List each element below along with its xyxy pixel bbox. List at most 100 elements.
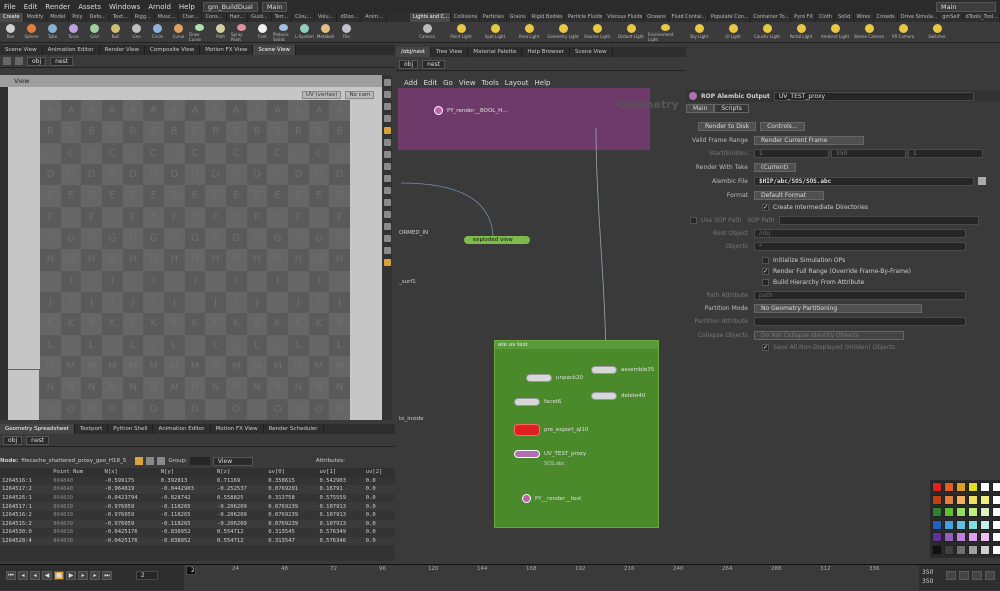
color-swatch[interactable]: [932, 532, 942, 542]
shelf-tool-point-light[interactable]: Point Light: [444, 22, 478, 42]
shelf-tab-right-14[interactable]: Wires: [854, 13, 874, 22]
color-swatch[interactable]: [968, 482, 978, 492]
shelf-tool-null[interactable]: Null: [105, 22, 126, 42]
render-with-take-dropdown[interactable]: (Current): [754, 162, 796, 172]
use-sop-path-checkbox[interactable]: [690, 216, 697, 224]
color-swatch[interactable]: [944, 519, 954, 530]
objects-field[interactable]: *: [754, 241, 966, 251]
file-browse-icon[interactable]: [978, 177, 986, 185]
shelf-tab-left-12[interactable]: Terr...: [272, 13, 293, 22]
shelf-tab-right-4[interactable]: Rigid Bodies: [529, 13, 565, 22]
node-to-inside[interactable]: to_inside: [399, 416, 424, 422]
color-swatch[interactable]: [932, 544, 942, 555]
tab-scripts[interactable]: Scripts: [714, 104, 749, 113]
normals-icon[interactable]: [383, 163, 391, 170]
context-dropdown[interactable]: Main: [261, 1, 288, 12]
shelf-tab-right-11[interactable]: Pyro FX: [791, 13, 816, 22]
shelf-tab-right-9[interactable]: Populate Con...: [708, 13, 751, 22]
menu-render[interactable]: Render: [41, 3, 74, 11]
color-swatch[interactable]: [992, 544, 1000, 555]
spreadsheet-tab-3[interactable]: Animation Editor: [153, 424, 211, 434]
menu-file[interactable]: File: [0, 3, 20, 11]
shelf-tool-font[interactable]: Font: [252, 22, 273, 42]
color-swatch[interactable]: [944, 532, 954, 542]
color-swatch[interactable]: [968, 494, 978, 505]
network-menu-go[interactable]: Go: [443, 79, 453, 87]
shelf-tool-volume-light[interactable]: Volume Light: [580, 22, 614, 42]
color-swatch[interactable]: [980, 519, 990, 530]
shelf-tool-geometry-light[interactable]: Geometry Light: [546, 22, 580, 42]
end-field[interactable]: 350: [831, 148, 906, 158]
net-path-nest[interactable]: nest: [422, 59, 446, 69]
shelf-tab-right-15[interactable]: Crowds: [874, 13, 898, 22]
key-icon[interactable]: [959, 571, 969, 580]
table-row[interactable]: 1264530:0 804838 -0.0425176 -0.838952 0.5547…: [0, 528, 395, 537]
table-row[interactable]: 1264517:2 804840 -0.964819 -0.0442903 -0.252…: [0, 485, 395, 494]
left-tab-5[interactable]: Scene View: [253, 45, 296, 55]
shelf-tab-right-2[interactable]: Particles: [480, 13, 507, 22]
network-tab-2[interactable]: Material Palette: [468, 47, 523, 57]
shelf-tab-right-12[interactable]: Cloth: [816, 13, 836, 22]
camera-icon[interactable]: [383, 199, 391, 206]
color-swatch[interactable]: [956, 519, 966, 530]
step-forward-icon[interactable]: ▸: [78, 571, 88, 580]
controls-button[interactable]: Controls...: [760, 121, 805, 131]
forward-icon[interactable]: [15, 57, 23, 65]
partition-mode-dropdown[interactable]: No Geometry Partitioning: [754, 303, 922, 313]
snap-icon[interactable]: [383, 187, 391, 194]
shelf-tab-right-1[interactable]: Collisions: [451, 13, 480, 22]
table-row[interactable]: 1264528:4 804838 -0.0425176 -0.838952 0.5547…: [0, 536, 395, 546]
network-editor[interactable]: Geometry PY_render__BOOL_H... exploded v…: [396, 88, 686, 560]
vertices-mode-icon[interactable]: [146, 457, 155, 465]
group-field[interactable]: [189, 457, 210, 465]
shelf-tool-portal-light[interactable]: Portal Light: [784, 22, 818, 42]
uv-viewport[interactable]: UV (vertex) No cam AAAAAAAAAAAAAAABBBBBB…: [0, 87, 382, 420]
network-menu-edit[interactable]: Edit: [424, 79, 438, 87]
menu-windows[interactable]: Windows: [105, 3, 144, 11]
shelf-tool-file[interactable]: File: [336, 22, 357, 42]
collapse-objects-dropdown[interactable]: Do Not Collapse Identity Objects: [754, 330, 904, 340]
table-row[interactable]: 1264515:2 804839 -0.976059 -0.118265 -0.2062…: [0, 519, 395, 529]
format-dropdown[interactable]: Default Format: [754, 190, 824, 200]
color-swatch[interactable]: [944, 494, 954, 505]
shelf-tool-line[interactable]: Line: [126, 22, 147, 42]
column-header[interactable]: uv[1]: [317, 468, 364, 477]
node-name-field[interactable]: UV_TEST_proxy: [773, 91, 974, 101]
node-render-bool[interactable]: PY_render__BOOL_H...: [434, 106, 507, 115]
color-swatch[interactable]: [980, 507, 990, 517]
root-object-field[interactable]: /obj: [754, 228, 966, 238]
stop-icon[interactable]: ■: [54, 571, 64, 580]
lights-icon[interactable]: [383, 91, 391, 98]
highlight-icon[interactable]: [383, 127, 391, 134]
menu-assets[interactable]: Assets: [74, 3, 105, 11]
table-row[interactable]: 1264516:2 804839 -0.976059 -0.118265 -0.2062…: [0, 510, 395, 520]
wire-icon[interactable]: [383, 103, 391, 110]
color-swatch[interactable]: [944, 544, 954, 555]
shelf-tool-metaball[interactable]: Metaball: [315, 22, 336, 42]
render-to-disk-button[interactable]: Render to Disk: [698, 121, 757, 131]
shelf-tab-right-7[interactable]: Oceans: [644, 13, 669, 22]
color-swatch[interactable]: [932, 494, 942, 505]
left-tab-1[interactable]: Animation Editor: [43, 45, 100, 55]
right-context-dropdown[interactable]: Main: [936, 1, 996, 12]
shelf-tab-left-15[interactable]: dDoo...: [337, 13, 363, 22]
column-header[interactable]: [0, 468, 52, 477]
play-back-icon[interactable]: ◀: [42, 571, 52, 580]
network-menu-layout[interactable]: Layout: [505, 79, 529, 87]
path-obj[interactable]: obj: [27, 56, 47, 66]
node-unpack[interactable]: unpack20: [526, 374, 583, 382]
node-exploded-view[interactable]: exploded view: [464, 236, 530, 244]
shelf-tool-gi-light[interactable]: GI Light: [716, 22, 750, 42]
toggle-icon[interactable]: [383, 259, 391, 266]
next-key-icon[interactable]: ▸: [90, 571, 100, 580]
spreadsheet-tab-5[interactable]: Render Scheduler: [264, 424, 324, 434]
node-pre-export[interactable]: pre_export_ql10: [514, 424, 588, 436]
shelf-tab-right-13[interactable]: Solid: [835, 13, 854, 22]
shelf-tab-right-6[interactable]: Viscous Fluids: [604, 13, 645, 22]
shade-icon[interactable]: [383, 115, 391, 122]
visibility-icon[interactable]: [383, 211, 391, 218]
color-swatch[interactable]: [932, 507, 942, 517]
left-tab-2[interactable]: Render View: [100, 45, 146, 55]
network-menu-view[interactable]: View: [459, 79, 476, 87]
path-attribute-field[interactable]: path: [754, 290, 966, 300]
